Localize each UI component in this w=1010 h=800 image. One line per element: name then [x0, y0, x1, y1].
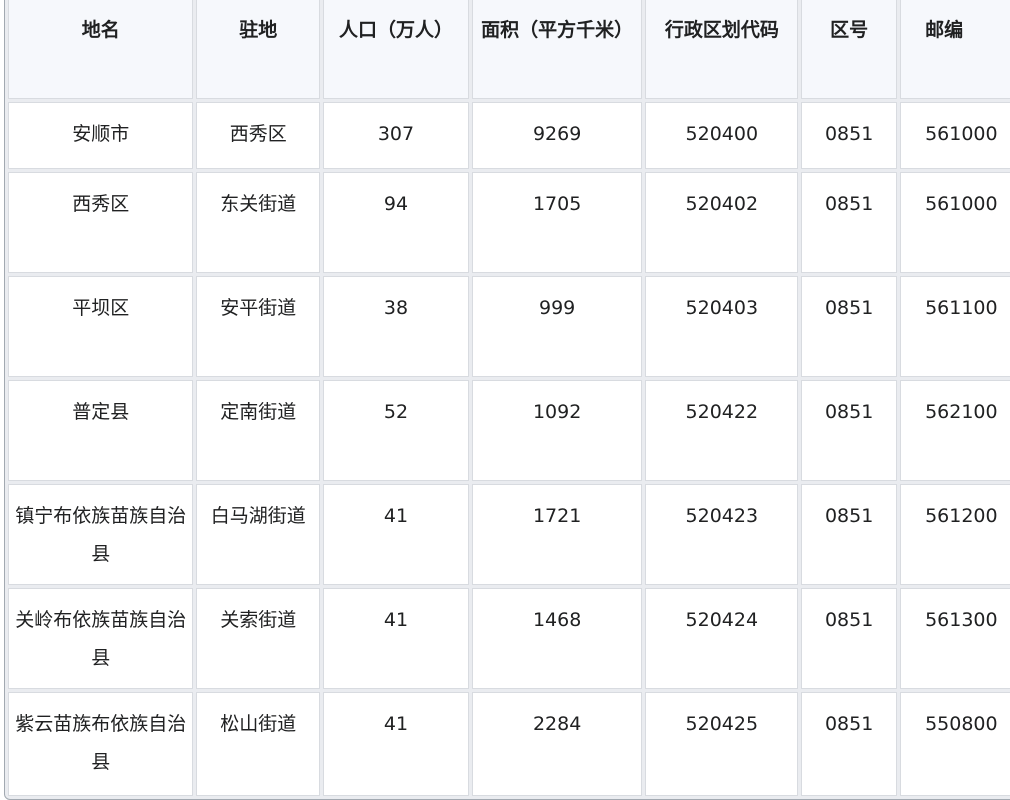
cell-name: 紫云苗族布依族自治县 — [8, 692, 194, 796]
header-area[interactable]: 面积（平方千米） — [471, 0, 643, 99]
header-postcode[interactable]: 邮编 — [900, 0, 1010, 99]
cell-admin-code: 520424 — [645, 588, 799, 689]
cell-area: 2284 — [471, 692, 643, 796]
cell-population: 94 — [323, 172, 469, 273]
cell-name: 安顺市 — [8, 102, 194, 169]
cell-population: 52 — [323, 380, 469, 481]
cell-admin-code: 520423 — [645, 484, 799, 585]
cell-postcode: 561100 — [900, 276, 1010, 377]
cell-admin-code: 520425 — [645, 692, 799, 796]
cell-admin-code: 520403 — [645, 276, 799, 377]
cell-name: 镇宁布依族苗族自治县 — [8, 484, 194, 585]
cell-seat: 西秀区 — [196, 102, 321, 169]
cell-seat: 关索街道 — [196, 588, 321, 689]
header-row: 地名 驻地 人口（万人） 面积（平方千米） 行政区划代码 区号 邮编 — [8, 0, 1010, 99]
table-row: 紫云苗族布依族自治县 松山街道 41 2284 520425 0851 5508… — [8, 692, 1010, 796]
cell-area: 999 — [471, 276, 643, 377]
cell-postcode: 561200 — [900, 484, 1010, 585]
cell-area: 1721 — [471, 484, 643, 585]
cell-seat: 安平街道 — [196, 276, 321, 377]
cell-postcode: 561000 — [900, 102, 1010, 169]
cell-name: 西秀区 — [8, 172, 194, 273]
cell-seat: 松山街道 — [196, 692, 321, 796]
table-container: 地名 驻地 人口（万人） 面积（平方千米） 行政区划代码 区号 邮编 安顺市 西… — [4, 0, 1010, 800]
cell-phone-code: 0851 — [801, 172, 898, 273]
cell-name: 平坝区 — [8, 276, 194, 377]
cell-postcode: 561000 — [900, 172, 1010, 273]
cell-phone-code: 0851 — [801, 380, 898, 481]
header-admin-code[interactable]: 行政区划代码 — [645, 0, 799, 99]
cell-population: 41 — [323, 484, 469, 585]
table-row: 镇宁布依族苗族自治县 白马湖街道 41 1721 520423 0851 561… — [8, 484, 1010, 585]
cell-phone-code: 0851 — [801, 484, 898, 585]
cell-area: 9269 — [471, 102, 643, 169]
cell-population: 41 — [323, 588, 469, 689]
cell-seat: 定南街道 — [196, 380, 321, 481]
cell-phone-code: 0851 — [801, 588, 898, 689]
cell-seat: 白马湖街道 — [196, 484, 321, 585]
header-seat[interactable]: 驻地 — [196, 0, 321, 99]
cell-area: 1092 — [471, 380, 643, 481]
table-row: 平坝区 安平街道 38 999 520403 0851 561100 — [8, 276, 1010, 377]
cell-name: 普定县 — [8, 380, 194, 481]
header-name[interactable]: 地名 — [8, 0, 194, 99]
table-row: 普定县 定南街道 52 1092 520422 0851 562100 — [8, 380, 1010, 481]
cell-postcode: 550800 — [900, 692, 1010, 796]
cell-admin-code: 520422 — [645, 380, 799, 481]
cell-name: 关岭布依族苗族自治县 — [8, 588, 194, 689]
table-row: 西秀区 东关街道 94 1705 520402 0851 561000 — [8, 172, 1010, 273]
cell-admin-code: 520402 — [645, 172, 799, 273]
table-row: 安顺市 西秀区 307 9269 520400 0851 561000 — [8, 102, 1010, 169]
cell-seat: 东关街道 — [196, 172, 321, 273]
cell-population: 41 — [323, 692, 469, 796]
cell-population: 307 — [323, 102, 469, 169]
cell-postcode: 562100 — [900, 380, 1010, 481]
cell-area: 1468 — [471, 588, 643, 689]
district-table: 地名 驻地 人口（万人） 面积（平方千米） 行政区划代码 区号 邮编 安顺市 西… — [4, 0, 1010, 800]
cell-postcode: 561300 — [900, 588, 1010, 689]
cell-area: 1705 — [471, 172, 643, 273]
cell-admin-code: 520400 — [645, 102, 799, 169]
cell-phone-code: 0851 — [801, 692, 898, 796]
header-population[interactable]: 人口（万人） — [323, 0, 469, 99]
cell-population: 38 — [323, 276, 469, 377]
cell-phone-code: 0851 — [801, 276, 898, 377]
header-phone-code[interactable]: 区号 — [801, 0, 898, 99]
cell-phone-code: 0851 — [801, 102, 898, 169]
table-row: 关岭布依族苗族自治县 关索街道 41 1468 520424 0851 5613… — [8, 588, 1010, 689]
